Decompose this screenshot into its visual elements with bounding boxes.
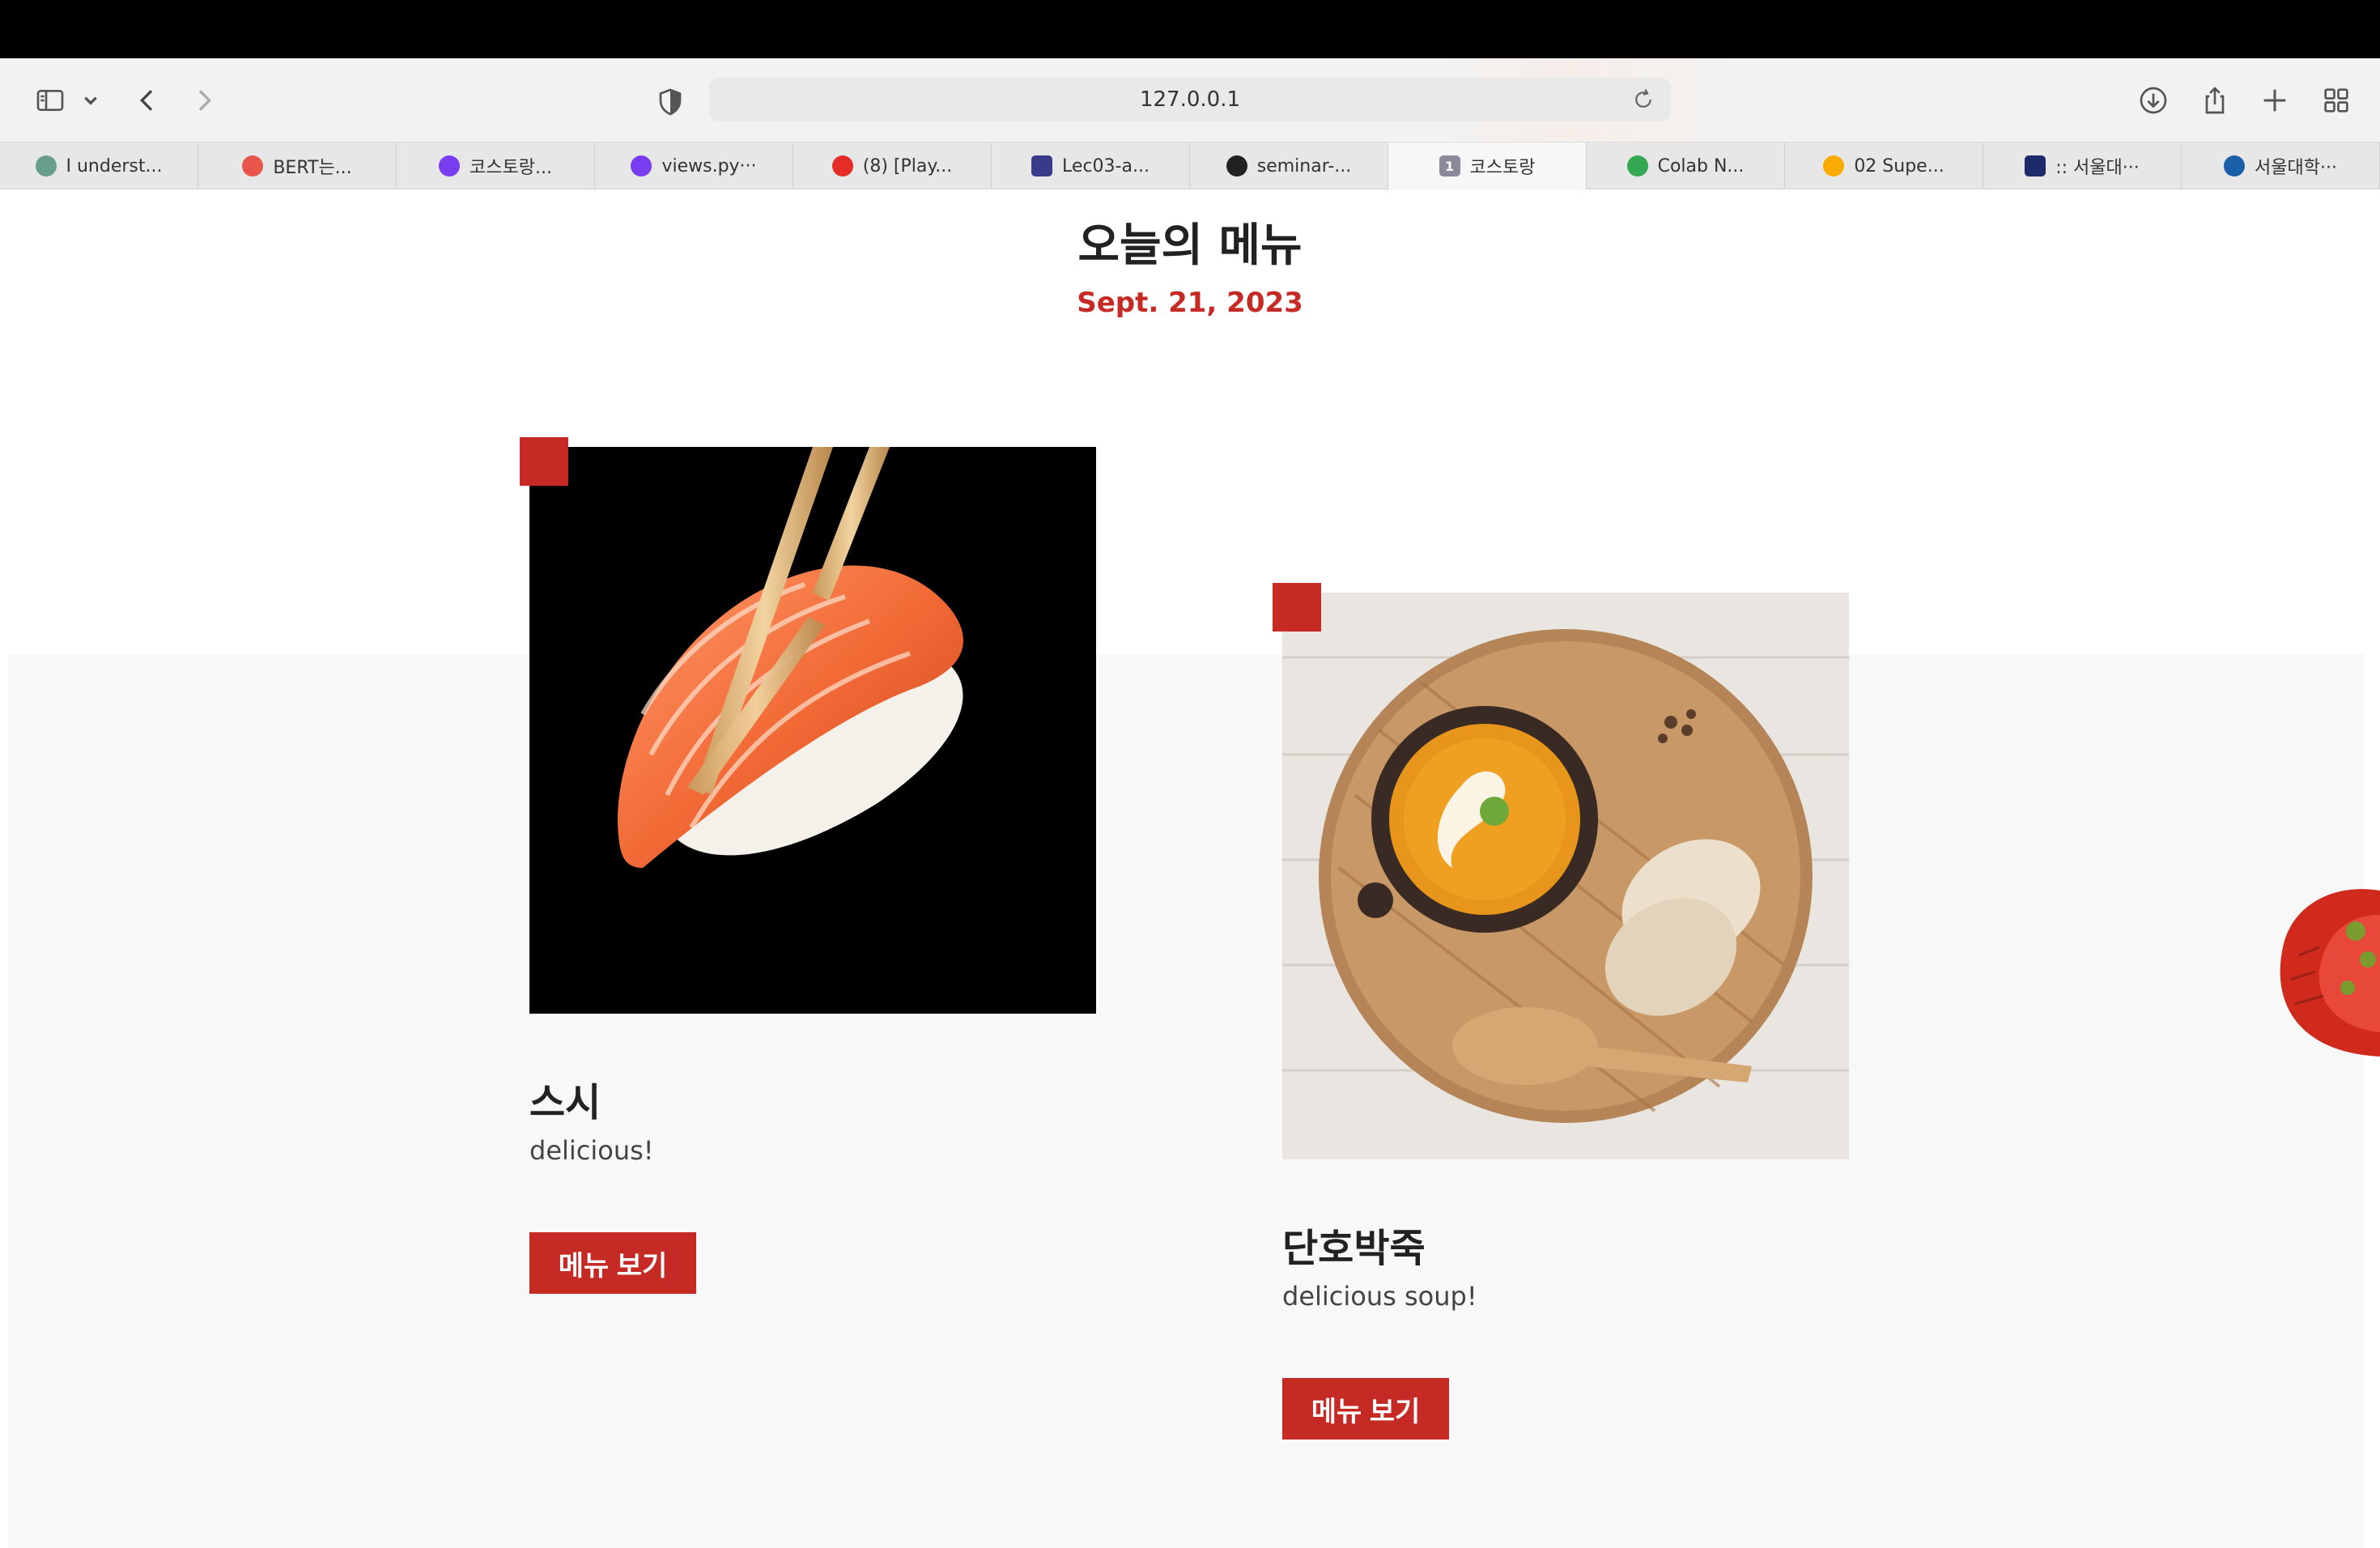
tab-label: I underst...	[66, 155, 163, 176]
tab-strip: I underst... BERT는... 코스토랑... views.py··· (8…	[0, 142, 2380, 189]
tab-label: Colab N...	[1657, 155, 1745, 176]
view-menu-button[interactable]: 메뉴 보기	[1282, 1378, 1449, 1440]
privacy-shield-icon[interactable]	[651, 83, 690, 121]
codeit-icon	[439, 155, 461, 176]
codeit-icon	[631, 155, 652, 176]
share-icon[interactable]	[2195, 81, 2234, 120]
snu-icon	[2025, 155, 2046, 176]
snu-logo-icon	[2224, 155, 2246, 176]
browser-tab[interactable]: :: 서울대···	[1983, 142, 2182, 189]
menu-item-description: delicious soup!	[1282, 1281, 1477, 1312]
number-one-icon: 1	[1439, 155, 1460, 176]
university-icon	[1031, 155, 1053, 176]
browser-tab[interactable]: 1 코스토랑	[1388, 142, 1587, 189]
youtube-icon	[831, 155, 853, 176]
tab-label: views.py···	[661, 155, 757, 176]
browser-tab[interactable]: views.py···	[595, 142, 793, 189]
pepper-decoration-image	[2267, 882, 2380, 1061]
content-background-band	[8, 654, 2364, 1548]
colab-icon	[1823, 155, 1845, 176]
browser-tab[interactable]: Lec03-a...	[992, 142, 1190, 189]
browser-tab[interactable]: 코스토랑...	[397, 142, 595, 189]
accent-square	[520, 437, 568, 486]
sidebar-toggle-icon[interactable]	[31, 81, 70, 120]
sushi-image	[529, 447, 1096, 1014]
page-date: Sept. 21, 2023	[1077, 287, 1303, 319]
browser-tab[interactable]: Colab N...	[1587, 142, 1785, 189]
tab-label: 코스토랑	[1469, 158, 1536, 178]
tab-label: 코스토랑...	[470, 158, 552, 178]
address-bar[interactable]: 127.0.0.1	[709, 78, 1671, 121]
tab-label: 서울대학···	[2255, 158, 2337, 178]
browser-tab[interactable]: I underst...	[0, 142, 198, 189]
forward-icon[interactable]	[185, 81, 223, 120]
tab-label: :: 서울대···	[2055, 158, 2140, 178]
browser-toolbar: 127.0.0.1	[0, 58, 2380, 142]
red-circle-icon	[242, 155, 264, 176]
url-text: 127.0.0.1	[1139, 87, 1241, 112]
tab-label: 02 Supe...	[1854, 155, 1944, 176]
browser-tab[interactable]: 02 Supe...	[1785, 142, 1983, 189]
browser-tab[interactable]: BERT는...	[198, 142, 397, 189]
chatgpt-icon	[35, 155, 57, 176]
browser-tab[interactable]: 서울대학···	[2182, 142, 2380, 189]
menu-item-name: 단호박죽	[1282, 1226, 1426, 1271]
browser-tab[interactable]: seminar-...	[1190, 142, 1388, 189]
downloads-icon[interactable]	[2134, 81, 2173, 120]
reload-icon[interactable]	[1629, 85, 1658, 114]
menu-item-description: delicious!	[529, 1135, 654, 1166]
tab-label: BERT는...	[273, 158, 352, 178]
page-content: 오늘의 메뉴 Sept. 21, 2023 스시 delicious! 메뉴 보…	[0, 189, 2380, 1548]
system-top-bar	[0, 0, 2380, 58]
new-tab-icon[interactable]	[2255, 81, 2294, 120]
menu-item-name: 스시	[529, 1080, 601, 1125]
tab-label: (8) [Play...	[862, 155, 953, 176]
pumpkin-soup-image	[1282, 593, 1849, 1159]
page-title: 오늘의 메뉴	[1077, 219, 1303, 272]
tab-label: Lec03-a...	[1062, 155, 1150, 176]
browser-tab[interactable]: (8) [Play...	[793, 142, 992, 189]
accent-square	[1273, 583, 1321, 632]
back-icon[interactable]	[128, 81, 167, 120]
chevron-down-icon[interactable]	[74, 81, 107, 120]
google-drive-icon	[1626, 155, 1648, 176]
github-icon	[1226, 155, 1247, 176]
tab-overview-icon[interactable]	[2317, 81, 2356, 120]
view-menu-button[interactable]: 메뉴 보기	[529, 1232, 696, 1294]
tab-label: seminar-...	[1256, 155, 1352, 176]
